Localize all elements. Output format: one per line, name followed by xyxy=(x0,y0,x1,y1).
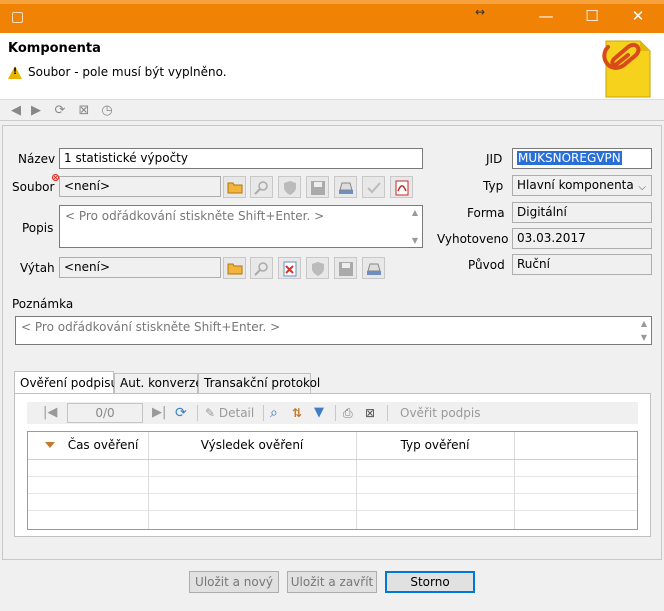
toolbar-separator xyxy=(335,405,336,421)
header-divider xyxy=(28,459,637,460)
grid-toolbar: |◀ 0/0 ▶| ⟳ ✎ Detail ⌕ ⇅ ▼ ⎙ ⊠ Ověřit po… xyxy=(27,402,638,424)
search-icon[interactable]: ⌕ xyxy=(270,405,278,421)
vytah-input[interactable]: <není> xyxy=(59,257,221,278)
vytah-scanner-button[interactable] xyxy=(362,257,385,279)
print-icon[interactable]: ⎙ xyxy=(343,405,353,421)
toolbar-separator xyxy=(197,405,198,421)
vytah-delete-button[interactable] xyxy=(278,257,301,279)
export-icon[interactable]: ⊠ xyxy=(365,405,375,421)
refresh-icon[interactable]: ⟳ xyxy=(52,103,68,119)
popis-scrollbar[interactable]: ▲ ▼ xyxy=(409,208,421,245)
jid-value: MUKSNOREGVPN xyxy=(517,151,622,165)
column-divider xyxy=(356,432,357,529)
soubor-open-button[interactable] xyxy=(223,176,246,198)
poznamka-placeholder: < Pro odřádkování stiskněte Shift+Enter.… xyxy=(21,320,281,334)
tab-overeni-podpisu[interactable]: Ověření podpisu xyxy=(14,371,118,394)
column-header-vysledek-overeni[interactable]: Výsledek ověření xyxy=(148,432,356,459)
close-document-icon[interactable]: ⊠ xyxy=(76,103,92,119)
soubor-scanner-button[interactable] xyxy=(334,176,357,198)
soubor-shield-button[interactable] xyxy=(278,176,301,198)
forma-label: Forma xyxy=(467,206,505,220)
soubor-save-button[interactable] xyxy=(306,176,329,198)
save-close-button[interactable]: Uložit a zavřít xyxy=(287,571,377,593)
typ-label: Typ xyxy=(483,179,504,193)
typ-select[interactable]: Hlavní komponenta ⌵ xyxy=(512,175,652,196)
vytah-save-button[interactable] xyxy=(334,257,357,279)
column-header-typ-overeni[interactable]: Typ ověření xyxy=(356,432,514,459)
chevron-down-icon: ⌵ xyxy=(638,182,646,193)
refresh-grid-icon[interactable]: ⟳ xyxy=(175,405,187,421)
poznamka-label: Poznámka xyxy=(12,297,74,311)
vytah-search-button[interactable] xyxy=(250,257,273,279)
paperclip-document-icon xyxy=(602,40,651,98)
popis-label: Popis xyxy=(22,221,54,235)
last-page-icon[interactable]: ▶| xyxy=(152,405,166,421)
sort-icon[interactable]: ⇅ xyxy=(292,405,302,421)
dialog-title: Komponenta xyxy=(8,41,101,56)
column-divider xyxy=(514,432,515,529)
close-button[interactable]: ✕ xyxy=(615,0,661,33)
maximize-button[interactable]: ☐ xyxy=(569,0,615,33)
jid-input[interactable]: MUKSNOREGVPN xyxy=(512,148,652,169)
row-divider xyxy=(28,476,637,477)
jid-label: JID xyxy=(486,152,503,166)
column-header-cas-overeni[interactable]: Čas ověření xyxy=(58,432,148,459)
popis-placeholder: < Pro odřádkování stiskněte Shift+Enter.… xyxy=(65,209,325,223)
dialog-header: Komponenta Soubor - pole musí být vyplně… xyxy=(0,33,664,99)
cancel-button[interactable]: Storno xyxy=(385,571,475,593)
detail-label: Detail xyxy=(218,406,255,420)
typ-value: Hlavní komponenta xyxy=(517,178,634,192)
row-divider xyxy=(28,510,637,511)
forma-value: Digitální xyxy=(512,202,652,223)
save-new-button[interactable]: Uložit a nový xyxy=(189,571,279,593)
resize-icon: ↔ xyxy=(475,5,486,19)
signature-grid: Čas ověření Výsledek ověření Typ ověření xyxy=(27,431,638,530)
row-divider xyxy=(28,493,637,494)
error-marker-icon xyxy=(52,174,59,181)
history-icon[interactable]: ◷ xyxy=(99,103,115,119)
warning-text: Soubor - pole musí být vyplněno. xyxy=(28,65,227,79)
column-divider xyxy=(148,432,149,529)
pager-input[interactable]: 0/0 xyxy=(67,403,143,423)
poznamka-scrollbar[interactable]: ▲ ▼ xyxy=(638,319,650,342)
detail-button[interactable]: ✎ Detail xyxy=(205,405,254,421)
back-icon[interactable]: ◀ xyxy=(8,103,24,119)
soubor-pdf-button[interactable] xyxy=(390,176,413,198)
verify-signature-button[interactable]: Ověřit podpis xyxy=(400,405,481,421)
puvod-label: Původ xyxy=(468,258,505,272)
soubor-input[interactable]: <není> xyxy=(59,176,221,197)
app-icon xyxy=(12,12,23,23)
vytah-open-button[interactable] xyxy=(223,257,246,279)
tab-panel: |◀ 0/0 ▶| ⟳ ✎ Detail ⌕ ⇅ ▼ ⎙ ⊠ Ověřit po… xyxy=(14,393,651,537)
vyhotoveno-label: Vyhotoveno xyxy=(437,232,509,246)
soubor-search-button[interactable] xyxy=(250,176,273,198)
toolbar-separator xyxy=(263,405,264,421)
vytah-label: Výtah xyxy=(20,261,55,275)
window-titlebar[interactable]: ↔ — ☐ ✕ xyxy=(0,0,664,33)
toolbar-separator xyxy=(387,405,388,421)
warning-icon xyxy=(8,65,22,79)
minimize-button[interactable]: — xyxy=(523,0,569,33)
first-page-icon[interactable]: |◀ xyxy=(43,405,57,421)
validation-warning: Soubor - pole musí být vyplněno. xyxy=(8,65,227,79)
sort-indicator-icon[interactable] xyxy=(45,442,55,448)
nazev-label: Název xyxy=(18,152,56,166)
soubor-label: Soubor xyxy=(12,180,55,194)
tab-aut-konverze[interactable]: Aut. konverze xyxy=(114,373,203,394)
forward-icon[interactable]: ▶ xyxy=(28,103,44,119)
tab-transakcni-protokol[interactable]: Transakční protokol xyxy=(198,373,320,394)
popis-textarea[interactable]: < Pro odřádkování stiskněte Shift+Enter.… xyxy=(59,205,423,248)
poznamka-textarea[interactable]: < Pro odřádkování stiskněte Shift+Enter.… xyxy=(15,316,652,345)
puvod-value: Ruční xyxy=(512,254,652,275)
dialog-body: Název 1 statistické výpočty Soubor <není… xyxy=(0,121,664,611)
soubor-confirm-button[interactable] xyxy=(362,176,385,198)
nazev-input[interactable]: 1 statistické výpočty xyxy=(59,148,423,169)
filter-icon[interactable]: ▼ xyxy=(314,405,324,421)
navigation-toolbar: ◀ ▶ ⟳ ⊠ ◷ xyxy=(0,99,664,121)
vyhotoveno-value: 03.03.2017 xyxy=(512,228,652,249)
vytah-shield-button[interactable] xyxy=(306,257,329,279)
